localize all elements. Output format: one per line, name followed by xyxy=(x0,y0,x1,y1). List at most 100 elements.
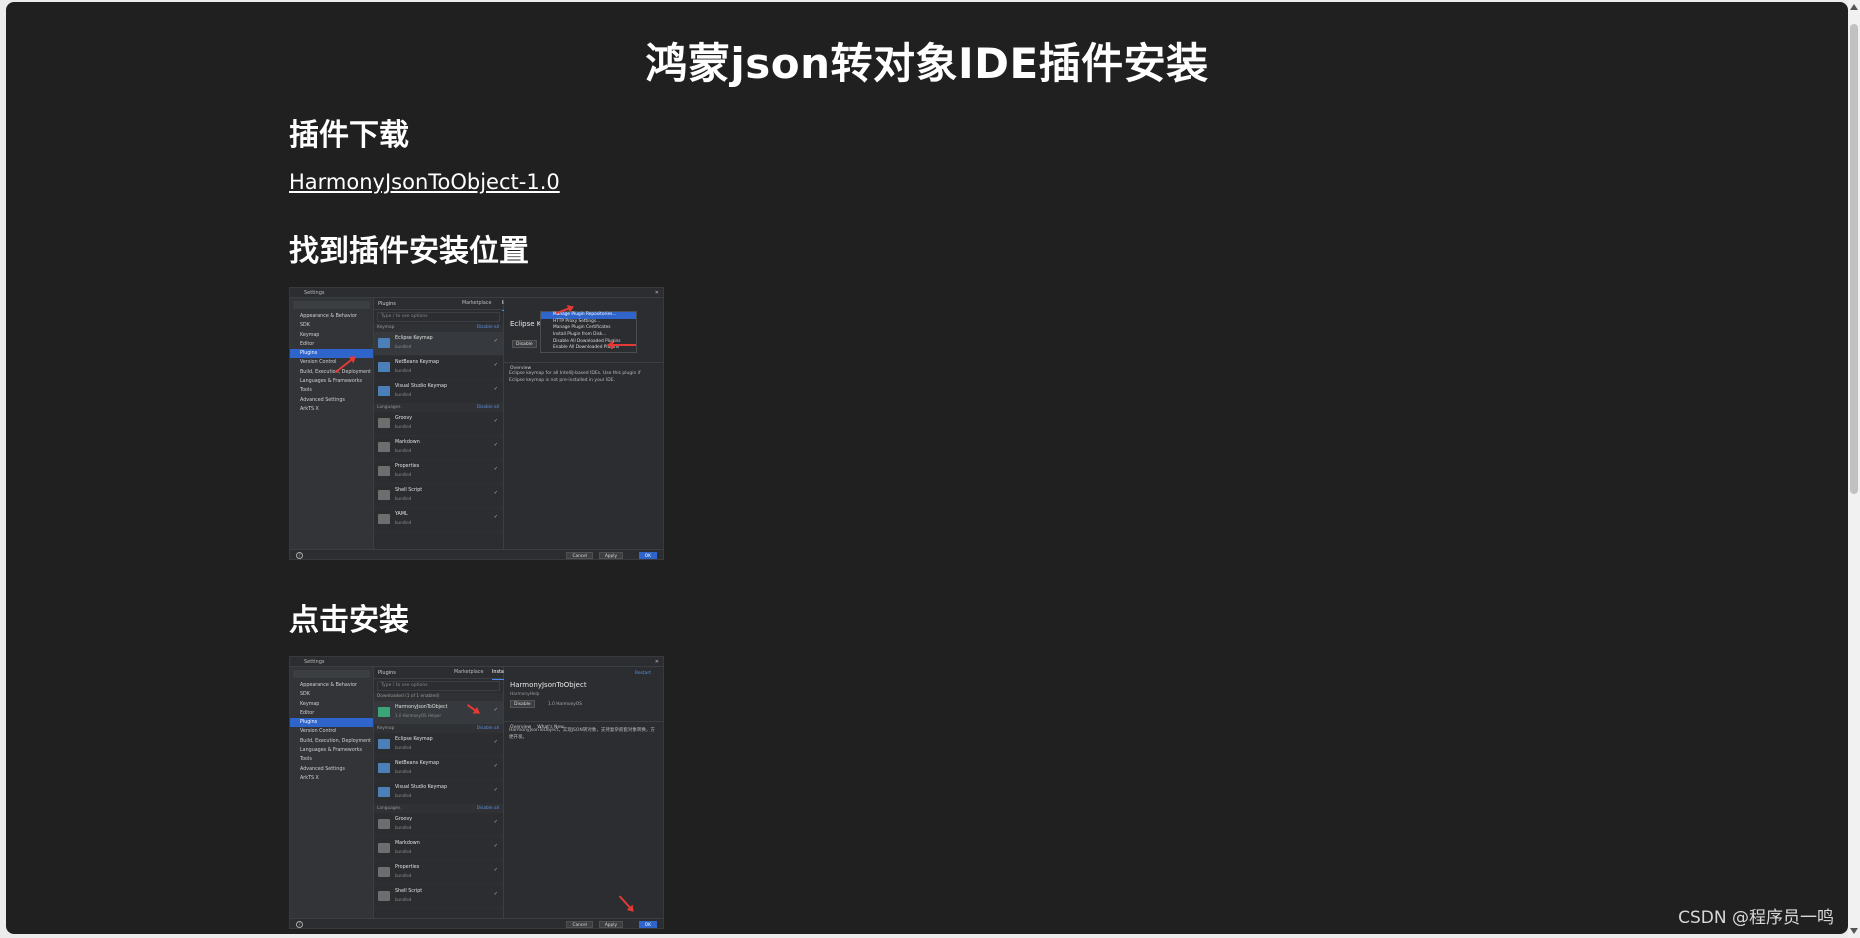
cancel-button: Cancel xyxy=(566,552,593,559)
nav-item: Appearance & Behavior xyxy=(300,683,357,688)
detail-description: HarmonyJsonToObject，实现JSON转对象，支持复杂嵌套对象转换… xyxy=(509,728,655,740)
gear-dropdown-menu: Manage Plugin Repositories... HTTP Proxy… xyxy=(540,311,637,354)
nav-item: Appearance & Behavior xyxy=(300,314,357,319)
dialog-footer: ? Cancel Apply OK xyxy=(290,918,663,928)
checkbox-icon: ✓ xyxy=(493,739,498,745)
apply-button: Apply xyxy=(598,552,623,559)
group-header: Downloaded (1 of 1 enabled) xyxy=(374,693,503,701)
csdn-watermark: CSDN @程序员一鸣 xyxy=(1678,908,1834,928)
menu-item-install-from-disk: Install Plugin from Disk... xyxy=(553,332,607,338)
plugin-item: NetBeans Keymap bundled ✓ xyxy=(374,356,503,380)
window-titlebar: Settings ✕ xyxy=(290,288,663,298)
plugin-item: Eclipse Keymap bundled ✓ xyxy=(374,733,503,757)
nav-search-input xyxy=(293,301,370,309)
plugin-item: NetBeans Keymap bundled ✓ xyxy=(374,757,503,781)
help-icon: ? xyxy=(296,921,303,928)
plugin-item: Shell Script bundled ✓ xyxy=(374,885,503,909)
settings-nav: Appearance & Behavior SDK Keymap Editor … xyxy=(290,298,374,549)
plugin-item: Groovy bundled ✓ xyxy=(374,813,503,837)
close-icon: ✕ xyxy=(654,290,659,296)
detail-title: HarmonyJsonToObject xyxy=(510,681,587,689)
detail-tabs: Overview What's New xyxy=(504,713,663,730)
plugin-item-harmony: HarmonyJsonToObject 1.0 HarmonyOS Helper ✓ xyxy=(374,701,503,725)
plugin-icon xyxy=(378,386,390,396)
menu-item: Enable All Downloaded Plugins xyxy=(553,345,620,351)
plugin-icon xyxy=(378,338,390,348)
plugin-search-input: Type / to see options xyxy=(377,681,500,691)
plugin-item: Markdown bundled ✓ xyxy=(374,837,503,861)
plugin-icon xyxy=(378,418,390,428)
checkbox-icon: ✓ xyxy=(493,442,498,448)
section-heading-location: 找到插件安装位置 xyxy=(289,234,529,269)
group-header: Languages Disable all xyxy=(374,404,503,412)
window-titlebar: Settings ✕ xyxy=(290,657,663,667)
scrollbar-thumb[interactable] xyxy=(1850,24,1858,494)
checkbox-icon: ✓ xyxy=(493,763,498,769)
group-header: Keymap Disable all xyxy=(374,324,503,332)
nav-item: Languages & Frameworks xyxy=(300,748,363,754)
nav-item: SDK xyxy=(300,692,310,698)
plugin-item: Groovy bundled ✓ xyxy=(374,412,503,436)
detail-version: 1.0 HarmonyOS xyxy=(548,702,582,707)
nav-item: Keymap xyxy=(300,701,320,707)
close-icon: ✕ xyxy=(654,659,659,665)
checkbox-icon: ✓ xyxy=(493,490,498,496)
detail-vendor: HarmonyHelp xyxy=(510,692,540,697)
plugin-item: YAML bundled ✓ xyxy=(374,508,503,532)
plugin-icon xyxy=(378,739,390,749)
checkbox-icon: ✓ xyxy=(493,466,498,472)
group-header: Keymap Disable all xyxy=(374,725,503,733)
nav-item: SDK xyxy=(300,323,310,329)
nav-item: Version Control xyxy=(300,360,337,366)
disable-button: Disable xyxy=(512,340,537,348)
nav-item: Advanced Settings xyxy=(300,766,345,772)
page-scrollbar[interactable] xyxy=(1848,0,1860,938)
plugin-icon xyxy=(378,843,390,853)
download-link[interactable]: HarmonyJsonToObject-1.0 xyxy=(289,170,560,194)
nav-item: Version Control xyxy=(300,729,337,735)
section-heading-install: 点击安装 xyxy=(289,603,409,638)
checkbox-icon: ✓ xyxy=(493,362,498,368)
plugin-icon xyxy=(378,819,390,829)
apply-button: Apply xyxy=(598,921,623,928)
scroll-down-icon[interactable] xyxy=(1850,928,1858,934)
checkbox-icon: ✓ xyxy=(493,514,498,520)
nav-item-plugins: Plugins xyxy=(290,349,373,359)
plugin-item: Markdown bundled ✓ xyxy=(374,436,503,460)
nav-item: Editor xyxy=(300,710,315,716)
plugins-label: Plugins xyxy=(378,670,396,676)
nav-item: Build, Execution, Deployment xyxy=(300,369,372,375)
plugin-detail: Restart HarmonyJsonToObject HarmonyHelp … xyxy=(504,667,663,918)
settings-screenshot-2: Settings ✕ Appearance & Behavior SDK Key… xyxy=(289,656,664,929)
nav-item-plugins: Plugins xyxy=(290,718,373,728)
settings-screenshot-1: Settings ✕ Appearance & Behavior SDK Key… xyxy=(289,287,664,560)
page-title: 鸿蒙json转对象IDE插件安装 xyxy=(645,39,1209,88)
disable-button: Disable xyxy=(510,700,535,708)
checkbox-icon: ✓ xyxy=(493,338,498,344)
plugin-icon xyxy=(378,362,390,372)
ok-button: OK xyxy=(638,921,657,928)
plugins-label: Plugins xyxy=(378,301,396,307)
checkbox-icon: ✓ xyxy=(493,843,498,849)
section-heading-download: 插件下载 xyxy=(289,118,409,153)
plugin-icon xyxy=(378,891,390,901)
nav-item: Keymap xyxy=(300,332,320,338)
scroll-up-icon[interactable] xyxy=(1850,4,1858,10)
plugin-icon xyxy=(378,466,390,476)
cancel-button: Cancel xyxy=(566,921,593,928)
plugin-icon xyxy=(378,787,390,797)
checkbox-icon: ✓ xyxy=(493,787,498,793)
detail-tabs: Overview xyxy=(504,354,663,371)
plugin-list-header: Plugins Marketplace Installed xyxy=(374,667,513,680)
nav-item: Tools xyxy=(300,757,312,763)
checkbox-icon: ✓ xyxy=(493,867,498,873)
dialog-footer: ? Cancel Apply OK xyxy=(290,549,663,559)
plugin-item: Eclipse Keymap bundled ✓ xyxy=(374,332,503,356)
plugin-icon xyxy=(378,514,390,524)
plugin-icon xyxy=(378,867,390,877)
plugin-item: Properties bundled ✓ xyxy=(374,460,503,484)
plugin-item: Visual Studio Keymap bundled ✓ xyxy=(374,380,503,404)
settings-nav: Appearance & Behavior SDK Keymap Editor … xyxy=(290,667,374,918)
plugin-icon xyxy=(378,763,390,773)
restart-button: Restart xyxy=(634,671,651,676)
